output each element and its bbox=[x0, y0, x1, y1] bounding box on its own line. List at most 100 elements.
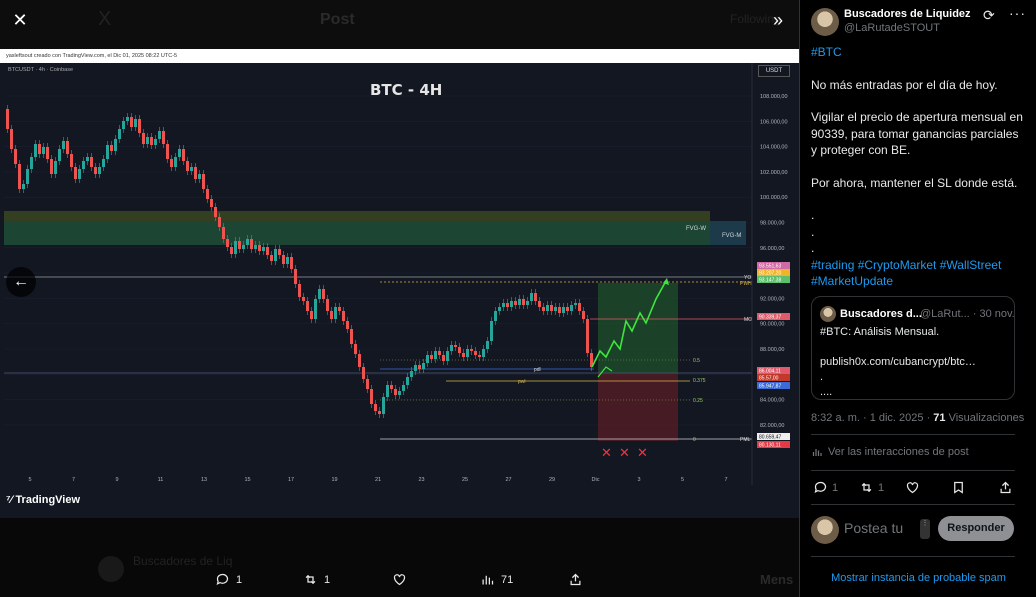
symbol-info: BTCUSDT · 4h · Coinbase bbox=[8, 67, 74, 73]
price-tag-label: 90.339,37 bbox=[759, 315, 781, 321]
candle-body bbox=[458, 347, 461, 353]
hashtag-btc[interactable]: #BTC bbox=[811, 45, 842, 59]
candle-body bbox=[262, 247, 265, 251]
candle-body bbox=[442, 355, 445, 361]
candle-body bbox=[362, 367, 365, 379]
quote-line: #BTC: Análisis Mensual. bbox=[820, 326, 940, 338]
candle-body bbox=[490, 321, 493, 341]
candle-body bbox=[434, 351, 437, 359]
previous-arrow-icon[interactable]: ← bbox=[6, 267, 36, 297]
candle-body bbox=[526, 301, 529, 305]
drag-handle-icon[interactable]: ⋮ bbox=[920, 519, 930, 539]
candle-body bbox=[250, 239, 253, 249]
reply-count: 1 bbox=[236, 573, 243, 586]
price-tag-label: 93.207,20 bbox=[759, 271, 781, 277]
views-button[interactable]: 71 bbox=[480, 562, 513, 597]
post-hashtags[interactable]: #trading #CryptoMarket #WallStreet #Mark… bbox=[811, 257, 1026, 290]
candle-body bbox=[118, 129, 121, 139]
bookmark-button[interactable] bbox=[951, 480, 966, 495]
candle-body bbox=[378, 411, 381, 414]
close-icon[interactable]: ✕ bbox=[4, 4, 36, 36]
x-tick-label: 15 bbox=[244, 477, 250, 483]
x-tick-label: 9 bbox=[115, 477, 118, 483]
candle-body bbox=[62, 141, 65, 149]
candle-body bbox=[206, 189, 209, 199]
candle-body bbox=[534, 293, 537, 301]
candle-body bbox=[182, 149, 185, 161]
x-tick-label: 7 bbox=[72, 477, 75, 483]
post-timestamp[interactable]: 8:32 a. m. · 1 dic. 2025 · bbox=[811, 412, 933, 424]
interactions-label: Ver las interacciones de post bbox=[828, 446, 969, 458]
tradingview-footer: ⁷⁄ TradingView bbox=[0, 485, 799, 518]
repost-button[interactable]: 1 bbox=[303, 562, 330, 597]
share-button[interactable] bbox=[568, 562, 583, 597]
candle-body bbox=[146, 137, 149, 144]
candle-body bbox=[98, 167, 101, 174]
price-chart: FVG-W FVG-M YO PWH MO PML pwl pdl 0.5 0.… bbox=[0, 63, 799, 485]
post-dot: . bbox=[811, 241, 815, 255]
candle-body bbox=[562, 307, 565, 313]
like-button[interactable] bbox=[392, 562, 407, 597]
candle-body bbox=[502, 303, 505, 307]
collapse-sidebar-icon[interactable]: » bbox=[762, 4, 794, 36]
more-options-icon[interactable]: ··· bbox=[1009, 5, 1026, 21]
candle-body bbox=[474, 351, 477, 355]
candle-body bbox=[482, 349, 485, 357]
candle-body bbox=[298, 284, 301, 297]
x-tick-label: 23 bbox=[418, 477, 424, 483]
candle-body bbox=[306, 301, 309, 311]
candle-body bbox=[106, 145, 109, 159]
candle-body bbox=[454, 345, 457, 347]
author-name[interactable]: Buscadores de Liquidez bbox=[844, 8, 971, 20]
media-action-bar: 1 1 71 bbox=[0, 562, 799, 597]
avatar[interactable] bbox=[811, 8, 839, 36]
like-button[interactable] bbox=[905, 480, 920, 495]
x-tick-label: 5 bbox=[681, 477, 684, 483]
candle-body bbox=[94, 167, 97, 174]
candle-body bbox=[558, 307, 561, 313]
post-sidebar: Buscadores de Liquidez @LaRutadeSTOUT ⟳ … bbox=[799, 0, 1036, 597]
post-dot: . bbox=[811, 224, 815, 239]
post-interactions-link[interactable]: Ver las interacciones de post bbox=[811, 446, 969, 458]
candle-body bbox=[394, 389, 397, 395]
views-label: Visualizaciones bbox=[945, 412, 1025, 424]
candle-body bbox=[314, 299, 317, 319]
candle-body bbox=[218, 217, 221, 227]
candle-body bbox=[214, 207, 217, 217]
grok-icon[interactable]: ⟳ bbox=[983, 7, 995, 24]
candle-body bbox=[578, 303, 581, 311]
quoted-post[interactable]: Buscadores d... @LaRut... · 30 nov. #BTC… bbox=[811, 296, 1015, 400]
candle-body bbox=[38, 144, 41, 154]
candle-body bbox=[410, 371, 413, 377]
candle-body bbox=[326, 299, 329, 311]
chart-image: yasleftsout creado con TradingView.com, … bbox=[0, 49, 799, 518]
candle-body bbox=[422, 363, 425, 369]
media-viewer: X Post Following Buscadores de Liq Mens … bbox=[0, 0, 799, 597]
candle-body bbox=[54, 161, 57, 174]
reply-input[interactable]: Postea tu bbox=[844, 520, 903, 536]
candle-body bbox=[230, 247, 233, 254]
reply-submit-button[interactable]: Responder bbox=[938, 516, 1014, 541]
candle-body bbox=[114, 139, 117, 151]
share-button[interactable] bbox=[998, 480, 1013, 495]
repost-button[interactable]: 1 bbox=[859, 480, 884, 495]
candle-body bbox=[406, 377, 409, 385]
candle-body bbox=[90, 157, 93, 167]
candle-body bbox=[170, 159, 173, 167]
candle-body bbox=[82, 161, 85, 169]
x-tick-label: 5 bbox=[28, 477, 31, 483]
reply-button[interactable]: 1 bbox=[813, 480, 838, 495]
tradingview-logo-text: TradingView bbox=[15, 494, 81, 506]
candle-body bbox=[86, 157, 89, 161]
candle-body bbox=[350, 329, 353, 344]
quote-text: #BTC: Análisis Mensual. publish0x.com/cu… bbox=[820, 325, 1010, 400]
post-dot: . bbox=[811, 208, 815, 222]
author-handle[interactable]: @LaRutadeSTOUT bbox=[844, 22, 940, 34]
candle-body bbox=[322, 289, 325, 299]
background-title: Post bbox=[320, 11, 355, 28]
candle-body bbox=[566, 307, 569, 311]
candle-body bbox=[126, 117, 129, 121]
reply-button[interactable]: 1 bbox=[215, 562, 242, 597]
quote-avatar bbox=[820, 306, 836, 322]
show-spam-link[interactable]: Mostrar instancia de probable spam bbox=[800, 572, 1036, 584]
